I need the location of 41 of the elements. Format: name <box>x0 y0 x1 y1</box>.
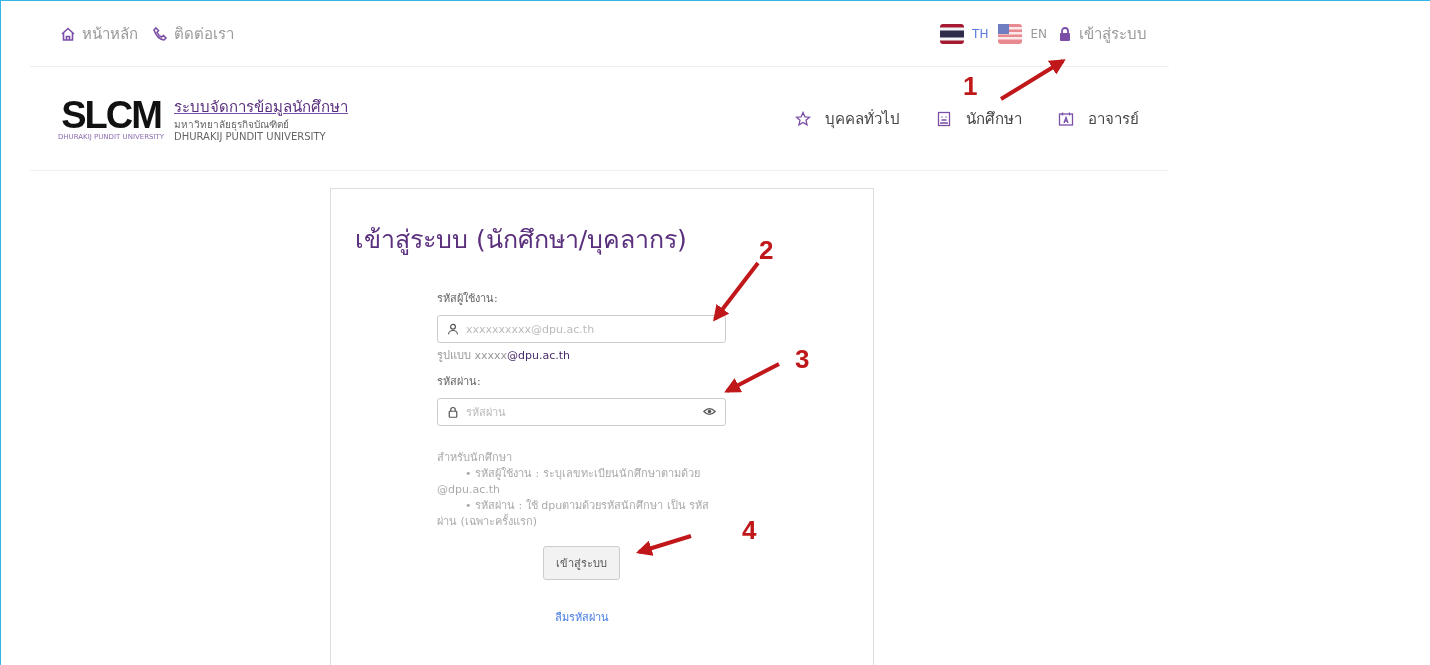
annotation-arrow <box>713 261 760 322</box>
lock-icon <box>1057 25 1073 42</box>
login-link[interactable]: เข้าสู่ระบบ <box>1057 21 1147 46</box>
top-link[interactable]: หน้าหลัก <box>60 21 138 46</box>
home-icon <box>60 25 76 42</box>
annotation-number: 3 <box>795 344 810 375</box>
nav-link[interactable]: อาจารย์ <box>1058 106 1139 131</box>
annotation-arrow <box>999 59 1066 101</box>
thai-flag-icon <box>940 23 965 44</box>
login-title: เข้าสู่ระบบ (นักศึกษา/บุคลากร) <box>355 224 687 257</box>
annotation-arrow <box>635 534 692 556</box>
format-hint: รูปแบบ xxxxx@dpu.ac.th <box>437 348 572 364</box>
star-icon <box>795 110 811 127</box>
university-name: มหาวิทยาลัยธุรกิจบัณฑิตย์ <box>174 118 290 131</box>
password-field[interactable]: รหัสผ่าน <box>437 398 726 426</box>
annotation-number: 2 <box>759 235 774 266</box>
id-card-icon <box>936 110 952 127</box>
help-title: สำหรับนักศึกษา <box>437 450 513 466</box>
help-text: • รหัสผู้ใช้งาน : ระบุเลขทะเบียนนักศึกษาตามด้วย @dpu.ac.th <box>437 466 701 498</box>
top-link[interactable]: ติดต่อเรา <box>152 21 234 46</box>
nav-link[interactable]: นักศึกษา <box>936 106 1022 131</box>
annotation-arrow <box>724 362 780 393</box>
nav-link[interactable]: บุคคลทั่วไป <box>795 106 900 131</box>
username-field[interactable]: xxxxxxxxxx@dpu.ac.th <box>437 315 726 343</box>
phone-icon <box>152 25 168 42</box>
field-label: รหัสผู้ใช้งาน: <box>437 291 499 307</box>
lock-icon <box>447 406 459 418</box>
login-button[interactable]: เข้าสู่ระบบ <box>543 546 620 580</box>
language-link[interactable]: EN <box>998 23 1047 44</box>
university-name: DHURAKIJ PUNDIT UNIVERSITY <box>174 130 327 143</box>
site-title[interactable]: ระบบจัดการข้อมูลนักศึกษา <box>174 94 348 119</box>
annotation-number: 4 <box>742 515 757 546</box>
forgot-password-link[interactable]: ลืมรหัสผ่าน <box>554 608 609 626</box>
user-icon <box>447 323 459 335</box>
language-link[interactable]: TH <box>940 23 989 44</box>
annotation-number: 1 <box>963 71 978 102</box>
eye-icon[interactable] <box>703 405 716 418</box>
help-text: • รหัสผ่าน : ใช้ dpuตามด้วยรหัสนักศึกษา เป็น รหัสผ่าน (เฉพาะครั้งแรก) <box>437 498 711 530</box>
field-label: รหัสผ่าน: <box>437 374 482 390</box>
us-flag-icon <box>998 23 1023 44</box>
calendar-icon <box>1058 110 1074 127</box>
